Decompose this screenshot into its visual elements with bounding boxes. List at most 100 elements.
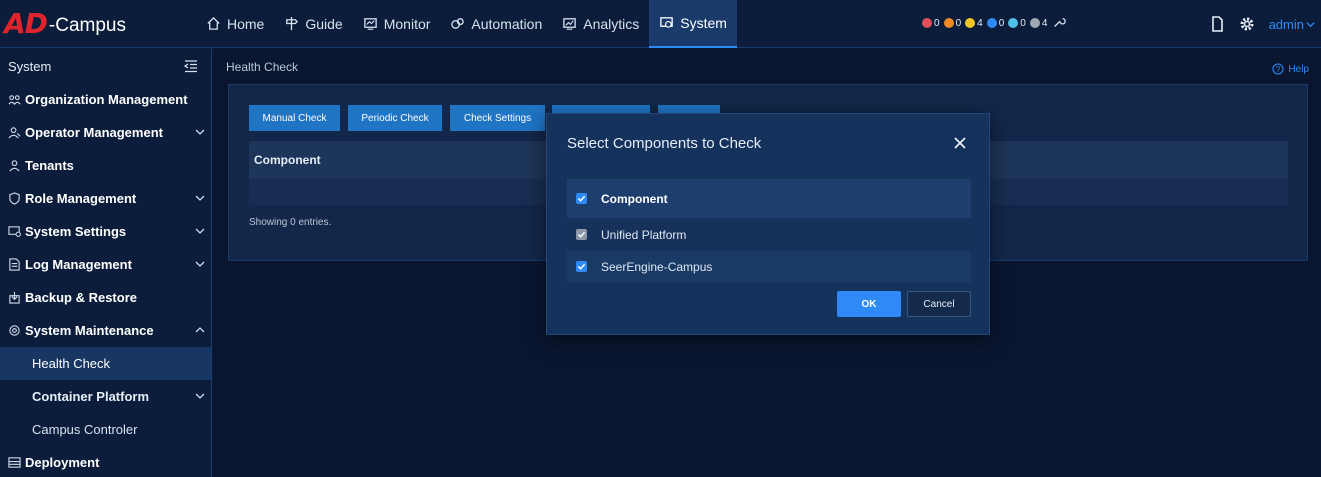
main-nav: Home Guide Monitor Automation Analytics … [196,0,737,48]
role-icon [9,192,20,205]
alarm-other-count: 4 [1041,17,1048,29]
dialog-title: Select Components to Check [567,135,762,152]
seerengine-campus-checkbox[interactable] [576,261,587,272]
alarm-settings-icon[interactable] [1052,16,1067,30]
component-label: SeerEngine-Campus [601,259,713,274]
chevron-down-icon [195,195,205,201]
collapse-menu-icon[interactable] [183,58,199,74]
sidebar-subitem-label: Container Platform [32,389,150,404]
alarm-critical-icon [922,18,932,28]
alarm-warning-icon [986,18,997,28]
alarm-minor-icon [965,18,976,28]
operator-icon [8,127,21,139]
breadcrumb: Health Check [226,60,299,74]
signpost-icon [286,16,299,31]
document-icon[interactable] [1209,16,1225,32]
home-icon [207,16,220,30]
alarm-minor-count: 4 [977,17,983,29]
gear-icon[interactable] [1239,16,1255,32]
help-icon: ? [1272,63,1284,75]
dialog-column-component: Component [601,191,668,206]
sidebar-subitem-health-check[interactable]: Health Check [0,347,211,380]
chevron-down-icon [195,129,205,135]
check-icon [577,195,586,202]
nav-automation-label: Automation [471,15,543,32]
chevron-down-icon [195,393,205,399]
sidebar: System Organization Management Operator … [0,49,212,477]
nav-analytics-label: Analytics [583,15,640,32]
sidebar-subitem-campus-controller[interactable]: Campus Controler [0,413,211,446]
sidebar-item-label: Role Management [25,191,137,206]
app-logo[interactable]: AD -Campus [0,0,190,48]
sidebar-item-label: Tenants [25,158,74,173]
alarm-summary[interactable]: 0 0 4 0 0 4 [920,16,1067,30]
backup-icon [9,291,20,304]
nav-home[interactable]: Home [196,0,274,48]
help-label: Help [1288,63,1309,75]
org-icon [8,95,21,106]
chevron-down-icon [1306,21,1315,27]
nav-monitor[interactable]: Monitor [353,0,441,48]
sidebar-subitem-label: Campus Controler [32,422,138,437]
sidebar-item-role[interactable]: Role Management [0,182,211,215]
user-name: admin [1268,16,1304,32]
sidebar-item-label: Deployment [25,455,100,470]
sidebar-subitem-container-platform[interactable]: Container Platform [0,380,211,413]
sidebar-item-maintenance[interactable]: System Maintenance [0,314,211,347]
nav-automation[interactable]: Automation [440,0,552,48]
column-component: Component [254,153,321,167]
nav-monitor-label: Monitor [383,15,431,32]
alarm-critical-count: 0 [934,17,940,29]
close-icon[interactable] [953,136,967,150]
automation-icon [451,18,465,29]
check-icon [577,231,586,238]
select-all-checkbox[interactable] [576,193,587,204]
monitor-icon [363,18,377,30]
help-link[interactable]: ? Help [1272,63,1309,75]
alarm-other-icon [1029,18,1040,28]
manual-check-button[interactable]: Manual Check [249,105,340,131]
sidebar-item-tenants[interactable]: Tenants [0,149,211,182]
sidebar-item-label: Organization Management [25,92,188,107]
analytics-icon [563,18,577,30]
sidebar-item-label: Operator Management [25,125,163,140]
sidebar-subitem-label: Health Check [32,356,111,371]
alarm-major-count: 0 [955,17,962,29]
sidebar-item-system-settings[interactable]: System Settings [0,215,211,248]
sidebar-item-label: System Maintenance [25,323,154,338]
sidebar-item-log[interactable]: Log Management [0,248,211,281]
sidebar-item-operator[interactable]: Operator Management [0,116,211,149]
nav-guide[interactable]: Guide [274,0,352,48]
entries-count: Showing 0 entries. [249,217,332,228]
settings-icon [8,226,21,237]
nav-system[interactable]: System [649,0,737,48]
component-label: Unified Platform [601,227,687,242]
svg-text:?: ? [1276,65,1281,74]
nav-guide-label: Guide [305,15,343,32]
periodic-check-button[interactable]: Periodic Check [348,105,442,131]
chevron-down-icon [195,228,205,234]
nav-analytics[interactable]: Analytics [552,0,649,48]
ok-button[interactable]: OK [837,291,901,317]
check-settings-button[interactable]: Check Settings [450,105,545,131]
deployment-icon [8,457,21,468]
alarm-info-count: 0 [1020,17,1026,29]
chevron-up-icon [195,327,205,333]
log-icon [9,258,20,271]
cancel-button[interactable]: Cancel [907,291,971,317]
user-menu[interactable]: admin [1269,17,1315,32]
top-right-tools: admin [1209,0,1321,48]
nav-home-label: Home [227,15,265,32]
logo-ad: AD [4,7,48,40]
top-bar: AD -Campus Home Guide Monitor Automation… [0,0,1321,48]
dialog-table-header: Component [567,179,971,218]
alarm-warning-count: 0 [998,17,1005,29]
sidebar-item-backup[interactable]: Backup & Restore [0,281,211,314]
sidebar-item-label: Log Management [25,257,132,272]
sidebar-item-organization[interactable]: Organization Management [0,83,211,116]
component-row-unified-platform: Unified Platform [567,219,971,250]
logo-text: -Campus [48,14,126,36]
alarm-info-icon [1008,18,1019,28]
sidebar-item-deployment[interactable]: Deployment [0,446,211,477]
component-row-seerengine-campus[interactable]: SeerEngine-Campus [567,251,971,282]
